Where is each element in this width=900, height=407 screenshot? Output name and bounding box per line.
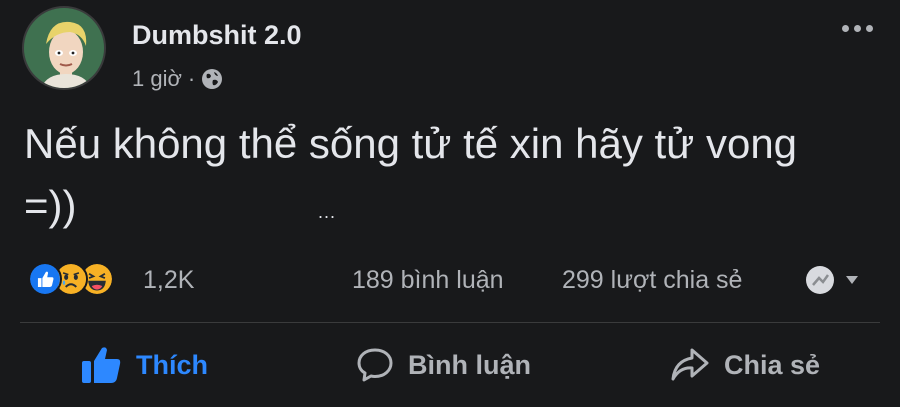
more-dot-icon bbox=[841, 24, 849, 32]
chevron-down-icon bbox=[846, 276, 858, 284]
post-time[interactable]: 1 giờ bbox=[132, 66, 182, 92]
author-avatar[interactable] bbox=[22, 6, 106, 90]
more-dot-icon bbox=[865, 24, 873, 32]
share-arrow-icon bbox=[671, 348, 709, 381]
divider bbox=[20, 322, 880, 323]
comment-label: Bình luận bbox=[408, 349, 531, 380]
like-button[interactable]: Thích bbox=[80, 340, 208, 390]
reaction-audience-selector[interactable] bbox=[804, 264, 866, 296]
reactions-summary[interactable] bbox=[28, 262, 138, 298]
comments-count[interactable]: 189 bình luận bbox=[352, 266, 504, 295]
post-stats: 1,2K 189 bình luận 299 lượt chia sẻ bbox=[0, 258, 900, 306]
like-label: Thích bbox=[136, 349, 208, 380]
post-text: Nếu không thể sống tử tế xin hãy tử vong… bbox=[24, 120, 798, 229]
more-options-button[interactable] bbox=[832, 14, 882, 42]
reaction-count[interactable]: 1,2K bbox=[143, 266, 194, 295]
like-reaction-icon bbox=[28, 262, 62, 296]
comment-button[interactable]: Bình luận bbox=[356, 340, 531, 390]
more-dot-icon bbox=[853, 24, 861, 32]
audience-avatar-icon bbox=[806, 266, 858, 294]
share-button[interactable]: Chia sẻ bbox=[670, 340, 820, 390]
avatar-image bbox=[24, 8, 104, 88]
see-more-ellipsis[interactable]: ... bbox=[318, 202, 336, 223]
shares-count[interactable]: 299 lượt chia sẻ bbox=[562, 266, 742, 295]
globe-icon[interactable] bbox=[201, 68, 223, 90]
facebook-post: Dumbshit 2.0 1 giờ · Nếu không thể sống … bbox=[0, 0, 900, 407]
comment-bubble-icon bbox=[357, 348, 393, 382]
share-label: Chia sẻ bbox=[724, 349, 821, 380]
thumbs-up-icon bbox=[82, 347, 121, 383]
meta-separator: · bbox=[187, 66, 196, 91]
post-meta: 1 giờ · bbox=[132, 66, 223, 92]
author-name[interactable]: Dumbshit 2.0 bbox=[132, 20, 302, 51]
